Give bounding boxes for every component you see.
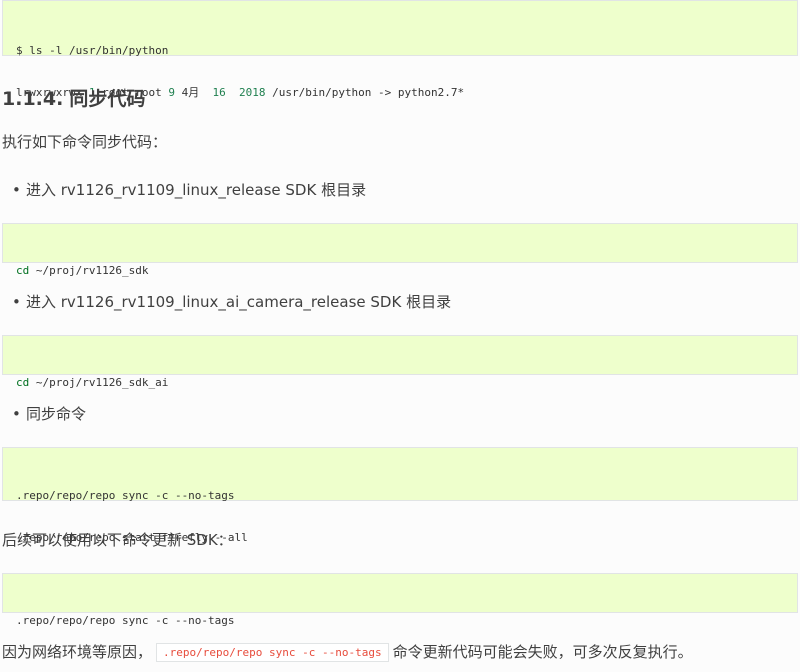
code-number: 9 xyxy=(168,86,175,99)
code-block-ls: $ ls -l /usr/bin/python lrwxrwxrwx 1 roo… xyxy=(2,0,798,99)
code-block-update: .repo/repo/repo sync -c --no-tags xyxy=(2,573,798,627)
code-keyword: cd xyxy=(16,376,30,389)
code-keyword: cd xyxy=(16,264,30,277)
code-line: cd ~/proj/rv1126_sdk_ai xyxy=(16,376,784,390)
list-item-text: 同步命令 xyxy=(26,405,87,423)
code-line: cd ~/proj/rv1126_sdk xyxy=(16,264,784,278)
list-item-text: 进入 rv1126_rv1109_linux_release SDK 根目录 xyxy=(26,181,367,199)
code-number: 2018 xyxy=(238,86,266,99)
note-text: 因为网络环境等原因， .repo/repo/repo sync -c --no-t… xyxy=(2,641,693,662)
code-token: ~/proj/rv1126_sdk_ai xyxy=(29,376,169,389)
code-token: /usr/bin/python -> python2.7* xyxy=(265,86,465,99)
list-item: • 进入 rv1126_rv1109_linux_release SDK 根目录 xyxy=(12,179,366,200)
note-before: 因为网络环境等原因， xyxy=(2,643,153,661)
code-line: .repo/repo/repo sync -c --no-tags xyxy=(16,489,235,502)
list-item: • 进入 rv1126_rv1109_linux_ai_camera_releas… xyxy=(12,291,451,312)
list-item: • 同步命令 xyxy=(12,403,86,424)
bullet-icon: • xyxy=(12,405,21,423)
code-number: 16 xyxy=(212,86,226,99)
section-heading: 1.1.4. 同步代码 xyxy=(2,84,145,111)
section-number: 1.1.4. xyxy=(2,88,64,110)
update-text: 后续可以使用以下命令更新 SDK： xyxy=(2,531,233,549)
note-after: 命令更新代码可能会失败，可多次反复执行。 xyxy=(392,643,693,661)
bullet-icon: • xyxy=(12,293,21,311)
intro-text: 执行如下命令同步代码： xyxy=(2,133,168,151)
code-block-cd-sdk: cd ~/proj/rv1126_sdk xyxy=(2,223,798,277)
list-item-text: 进入 rv1126_rv1109_linux_ai_camera_release… xyxy=(26,293,452,311)
code-block-cd-sdk-ai: cd ~/proj/rv1126_sdk_ai xyxy=(2,335,798,389)
section-title: 同步代码 xyxy=(69,88,146,110)
bullet-icon: • xyxy=(12,181,21,199)
code-block-sync: .repo/repo/repo sync -c --no-tags .repo/… xyxy=(2,447,798,544)
code-token: ~/proj/rv1126_sdk xyxy=(29,264,149,277)
code-token: 4月 xyxy=(174,86,213,99)
code-line: .repo/repo/repo sync -c --no-tags xyxy=(16,614,235,627)
inline-code: .repo/repo/repo sync -c --no-tags xyxy=(156,643,389,662)
code-line: $ ls -l /usr/bin/python xyxy=(16,44,169,57)
